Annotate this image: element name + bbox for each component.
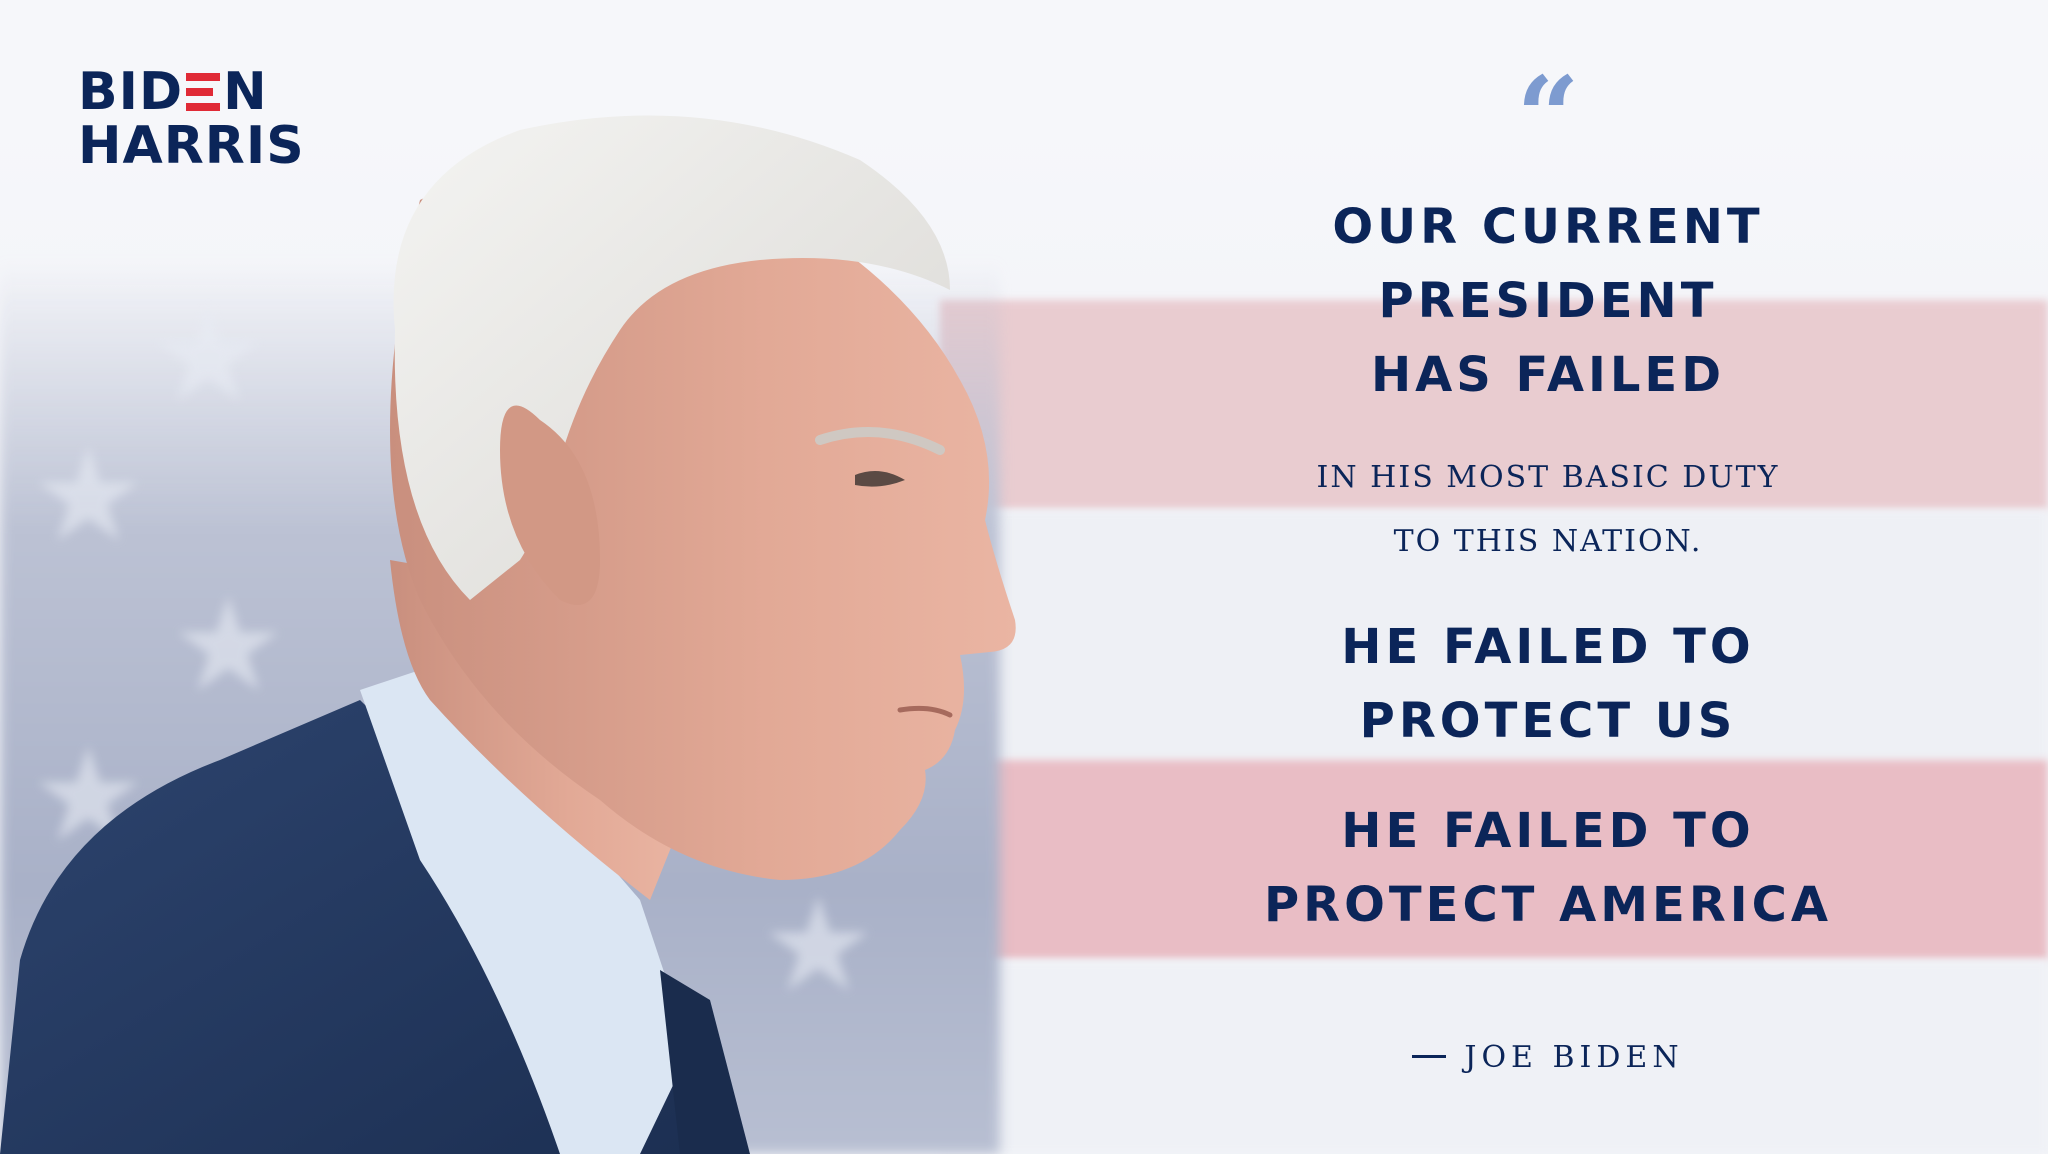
headline-line: HE FAILED TO bbox=[1341, 619, 1755, 675]
attribution: JOE BIDEN bbox=[1188, 1038, 1908, 1078]
quotation-mark-icon: “ bbox=[1516, 52, 1580, 181]
subline: TO THIS NATION. bbox=[1393, 524, 1703, 559]
logo-text-bid: BID bbox=[78, 62, 184, 122]
headline-line: HAS FAILED bbox=[1370, 347, 1726, 403]
logo-line-biden: BID N bbox=[78, 66, 305, 118]
logo-line-harris: HARRIS bbox=[78, 116, 305, 176]
headline-line: OUR CURRENT bbox=[1332, 199, 1764, 255]
flag-e-icon bbox=[186, 73, 221, 111]
headline-line: PROTECT AMERICA bbox=[1263, 877, 1833, 933]
headline-line: PROTECT US bbox=[1359, 693, 1737, 749]
campaign-graphic: ★ ★ ★ ★ ★ ★ bbox=[0, 0, 2048, 1154]
headline-line: HE FAILED TO bbox=[1341, 803, 1755, 859]
logo-text-n: N bbox=[223, 62, 268, 122]
biden-harris-logo: BID N HARRIS bbox=[78, 66, 305, 172]
attribution-name: JOE BIDEN bbox=[1464, 1040, 1684, 1075]
headline-line: PRESIDENT bbox=[1378, 273, 1718, 329]
em-dash bbox=[1412, 1054, 1447, 1058]
subline: IN HIS MOST BASIC DUTY bbox=[1316, 460, 1780, 495]
